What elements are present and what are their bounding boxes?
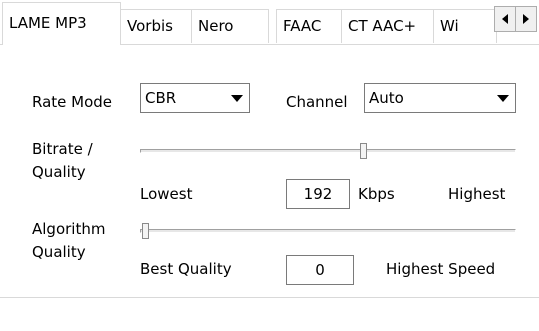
tab-nero[interactable]: Nero xyxy=(191,9,269,43)
arrow-left-icon xyxy=(502,14,508,24)
algorithm-value-field[interactable]: 0 xyxy=(286,255,354,285)
bitrate-highest-label: Highest xyxy=(448,185,506,203)
rate-mode-dropdown-button[interactable] xyxy=(227,86,247,110)
arrow-right-icon xyxy=(523,14,529,24)
bitrate-lowest-label: Lowest xyxy=(140,185,193,203)
bitrate-value-field[interactable]: 192 xyxy=(286,179,350,209)
channel-value: Auto xyxy=(369,89,404,107)
tab-lame-mp3[interactable]: LAME MP3 xyxy=(2,2,121,45)
tab-ct-aac-plus[interactable]: CT AAC+ xyxy=(341,9,434,43)
channel-select[interactable]: Auto xyxy=(364,83,516,113)
channel-label: Channel xyxy=(286,93,348,111)
tab-faac[interactable]: FAAC xyxy=(276,9,342,43)
lame-mp3-panel: Rate Mode CBR Channel Auto Bitrate / Qua… xyxy=(0,44,539,298)
tab-scroll-left-button[interactable] xyxy=(494,6,516,32)
rate-mode-label: Rate Mode xyxy=(32,93,113,111)
bitrate-label: Bitrate / xyxy=(32,140,93,158)
tab-vorbis[interactable]: Vorbis xyxy=(120,9,192,43)
chevron-down-icon xyxy=(497,94,509,102)
bitrate-slider-track[interactable] xyxy=(140,149,516,153)
quality-label: Quality xyxy=(32,163,86,181)
algorithm-quality-label: Quality xyxy=(32,243,86,261)
bitrate-unit-label: Kbps xyxy=(358,185,395,203)
algorithm-label: Algorithm xyxy=(32,220,106,238)
tab-scroll-right-button[interactable] xyxy=(515,6,537,32)
chevron-down-icon xyxy=(231,94,243,102)
algorithm-slider-track[interactable] xyxy=(140,229,516,233)
tab-wi[interactable]: Wi xyxy=(433,9,497,43)
rate-mode-select[interactable]: CBR xyxy=(140,83,250,113)
channel-dropdown-button[interactable] xyxy=(493,86,513,110)
tab-strip: Vorbis Nero FAAC CT AAC+ Wi LAME MP3 xyxy=(0,0,539,45)
algorithm-slider-thumb[interactable] xyxy=(142,223,149,239)
best-quality-label: Best Quality xyxy=(140,260,232,278)
rate-mode-value: CBR xyxy=(145,89,177,107)
bitrate-slider-thumb[interactable] xyxy=(360,143,368,159)
highest-speed-label: Highest Speed xyxy=(386,260,496,278)
